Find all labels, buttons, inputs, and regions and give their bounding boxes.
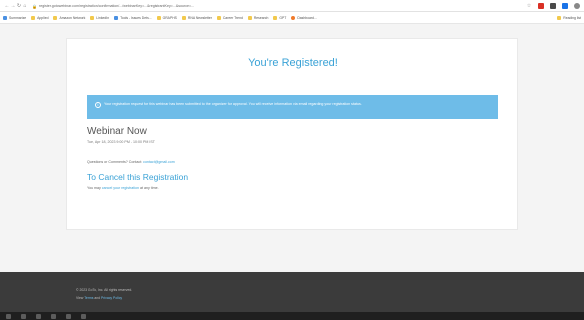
bookmark-item[interactable]: Summarize xyxy=(3,15,26,20)
bookmark-icon xyxy=(291,15,296,20)
bookmark-item[interactable]: RNA Newsletter xyxy=(181,15,212,20)
browser-address-bar: ← → ↻ ⌂ 🔒 register.gotowebinar.com/regis… xyxy=(0,0,584,12)
info-icon: i xyxy=(95,102,101,108)
contact-email-link[interactable]: contact@gmail.com xyxy=(143,160,175,164)
registration-card: You're Registered! i Your registration r… xyxy=(66,38,518,230)
taskbar-app-icon[interactable] xyxy=(36,313,41,319)
bookmarks-bar: Summarize Applied Amazon Network LinkedI… xyxy=(0,12,584,24)
footer-links: View Terms and Privacy Policy xyxy=(76,296,122,300)
cancel-heading: To Cancel this Registration xyxy=(87,172,189,182)
extension-icon[interactable] xyxy=(550,2,556,9)
cancel-registration-link[interactable]: cancel your registration xyxy=(102,186,139,190)
folder-icon xyxy=(216,15,221,20)
folder-icon xyxy=(156,15,161,20)
taskbar-app-icon[interactable] xyxy=(51,313,56,319)
browser-toolbar-right: ☆ xyxy=(526,2,580,9)
taskbar-app-icon[interactable] xyxy=(81,313,86,319)
bookmark-icon xyxy=(114,15,119,20)
approval-notice: i Your registration request for this web… xyxy=(87,95,498,119)
reading-list-icon xyxy=(557,15,562,20)
extension-icon[interactable] xyxy=(538,2,544,9)
taskbar-app-icon[interactable] xyxy=(21,313,26,319)
folder-icon xyxy=(181,15,186,20)
webinar-date: Tue, Apr 18, 2023 9:00 PM - 10:00 PM IST xyxy=(87,140,155,144)
folder-icon xyxy=(273,15,278,20)
page-title: You're Registered! xyxy=(248,57,338,69)
bookmark-item[interactable]: Amazon Network xyxy=(53,15,85,20)
bookmark-item[interactable]: GRAPHS xyxy=(156,15,177,20)
extension-icon[interactable] xyxy=(562,2,568,9)
bookmark-item[interactable]: Dashboard... xyxy=(291,15,317,20)
bookmark-item[interactable]: Tools - Issues Dets... xyxy=(114,15,152,20)
folder-icon xyxy=(247,15,252,20)
bookmark-item[interactable]: Applied xyxy=(31,15,48,20)
cancel-line: You may cancel your registration at any … xyxy=(87,186,159,190)
questions-label: Questions or Comments? Contact: xyxy=(87,160,143,164)
footer-and: and xyxy=(94,296,101,300)
cancel-suffix: at any time. xyxy=(140,186,159,190)
lock-icon[interactable]: 🔒 xyxy=(32,4,37,9)
home-icon[interactable]: ⌂ xyxy=(22,3,28,9)
folder-icon xyxy=(53,15,58,20)
bookmark-item[interactable]: Research xyxy=(247,15,268,20)
bookmark-item[interactable]: LinkedIn xyxy=(90,15,109,20)
webinar-title: Webinar Now xyxy=(87,126,147,137)
reading-list-button[interactable]: Reading list xyxy=(557,15,581,20)
os-taskbar xyxy=(0,312,584,320)
taskbar-app-icon[interactable] xyxy=(66,313,71,319)
bookmark-icon xyxy=(3,15,7,20)
footer-copyright: © 2023 GoTo, Inc. All rights reserved. xyxy=(76,288,133,292)
privacy-policy-link[interactable]: Privacy Policy xyxy=(101,296,122,300)
cancel-prefix: You may xyxy=(87,186,101,190)
folder-icon xyxy=(31,15,36,20)
footer-links-prefix: View xyxy=(76,296,84,300)
profile-avatar-icon[interactable] xyxy=(574,2,580,9)
start-icon[interactable] xyxy=(6,313,11,319)
terms-link[interactable]: Terms xyxy=(84,296,93,300)
notice-text: Your registration request for this webin… xyxy=(104,102,362,106)
page-footer: © 2023 GoTo, Inc. All rights reserved. V… xyxy=(0,272,584,312)
folder-icon xyxy=(90,15,95,20)
url-field[interactable]: register.gotowebinar.com/registration/co… xyxy=(39,4,469,8)
bookmark-item[interactable]: Career Trend xyxy=(216,15,243,20)
star-icon[interactable]: ☆ xyxy=(526,3,532,9)
bookmark-item[interactable]: GPT xyxy=(273,15,286,20)
bookmarks-right: Reading list xyxy=(557,15,581,20)
questions-line: Questions or Comments? Contact: contact@… xyxy=(87,160,175,164)
